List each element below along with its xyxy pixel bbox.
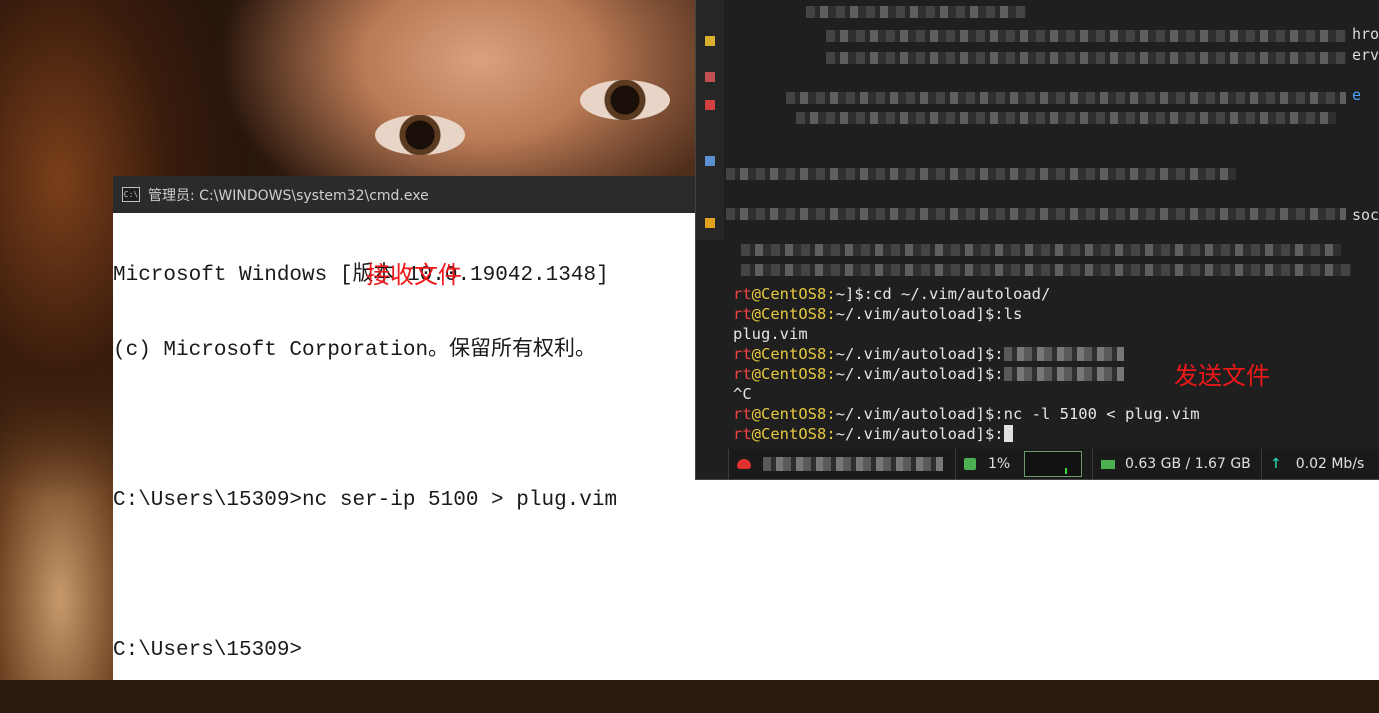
network-speed: 0.02 Mb/s [1295,456,1365,472]
prompt-path: ~/.vim/autoload]$: [835,405,1004,423]
memory-icon [1101,459,1115,469]
redacted-text [741,264,1351,276]
wallpaper-eye [580,80,670,120]
text-cursor[interactable] [1003,425,1013,442]
status-bar: 1% 0.63 GB / 1.67 GB ↑ 0.02 Mb/s [728,449,1379,479]
receive-file-annotation: 接收文件 [366,261,462,289]
truncated-text: hro [1352,25,1379,43]
cpu-icon [964,458,976,470]
redacted-command [1003,347,1124,361]
cpu-graph [1024,451,1083,477]
gutter-marker-icon [705,156,715,166]
redacted-text [786,92,1346,104]
truncated-text: soc [1352,206,1379,224]
prompt-host: @CentOS8: [751,285,836,303]
truncated-link[interactable]: e [1352,86,1361,104]
memory-usage: 0.63 GB / 1.67 GB [1125,456,1251,472]
truncated-text: erv [1352,46,1379,64]
prompt-path: ~/.vim/autoload]$: [835,365,1004,383]
network-segment: ↑ 0.02 Mb/s [1261,449,1379,479]
redacted-text [726,168,1236,180]
cmd-prompt[interactable]: C:\Users\15309> [113,638,1379,663]
terminal-command: ls [1003,305,1023,323]
gutter-marker-icon [705,218,715,228]
redacted-text [796,112,1336,124]
prompt-host: @CentOS8: [751,305,836,323]
send-file-annotation: 发送文件 [1174,362,1270,390]
memory-segment: 0.63 GB / 1.67 GB [1092,449,1261,479]
host-segment [728,449,955,479]
cmd-line: C:\Users\15309>nc ser-ip 5100 > plug.vim [113,489,618,512]
terminal-prompt-line: rt@CentOS8:~]$:cd ~/.vim/autoload/ [733,284,1200,304]
redacted-text [741,244,1341,256]
terminal-command: nc -l 5100 < plug.vim [1003,405,1200,423]
terminal-window[interactable]: hro erv e soc rt@CentOS8:~]$:cd ~/.vim/a… [695,0,1379,480]
prompt-host: @CentOS8: [751,425,836,443]
prompt-user: rt [733,425,752,443]
redacted-hostname [763,457,943,471]
cmd-line [113,563,1379,588]
gutter-marker-icon [705,72,715,82]
redhat-icon [737,459,751,469]
prompt-user: rt [733,345,752,363]
gutter-marker-icon [705,36,715,46]
cmd-title: 管理员: C:\WINDOWS\system32\cmd.exe [148,187,429,204]
prompt-path: ~/.vim/autoload]$: [835,305,1004,323]
cmd-icon: C:\ [122,187,140,202]
redacted-text [826,52,1346,64]
gutter-marker-icon [705,100,715,110]
redacted-text [826,30,1346,42]
terminal-output-line: ^C [733,385,752,403]
cpu-usage: 1% [988,456,1011,472]
prompt-user: rt [733,365,752,383]
redacted-text [726,208,1346,220]
terminal-prompt-line: rt@CentOS8:~/.vim/autoload]$: [733,424,1200,444]
terminal-prompt-line: rt@CentOS8:~/.vim/autoload]$: [733,364,1200,384]
redacted-command [1003,367,1124,381]
terminal-output[interactable]: rt@CentOS8:~]$:cd ~/.vim/autoload/rt@Cen… [733,284,1200,444]
terminal-output-line: plug.vim [733,325,808,343]
prompt-user: rt [733,405,752,423]
prompt-path: ~/.vim/autoload]$: [835,425,1004,443]
terminal-prompt-line: rt@CentOS8:~/.vim/autoload]$:ls [733,304,1200,324]
upload-arrow-icon: ↑ [1270,456,1282,472]
prompt-host: @CentOS8: [751,405,836,423]
prompt-path: ~/.vim/autoload]$: [835,345,1004,363]
prompt-user: rt [733,305,752,323]
cpu-segment: 1% [955,449,1092,479]
terminal-command: cd ~/.vim/autoload/ [873,285,1051,303]
prompt-host: @CentOS8: [751,345,836,363]
terminal-gutter [696,0,724,240]
wallpaper-eye [375,115,465,155]
terminal-prompt-line: rt@CentOS8:~/.vim/autoload]$: [733,344,1200,364]
prompt-path: ~]$: [835,285,873,303]
prompt-host: @CentOS8: [751,365,836,383]
redacted-text [806,6,1026,18]
prompt-user: rt [733,285,752,303]
terminal-prompt-line: rt@CentOS8:~/.vim/autoload]$:nc -l 5100 … [733,404,1200,424]
